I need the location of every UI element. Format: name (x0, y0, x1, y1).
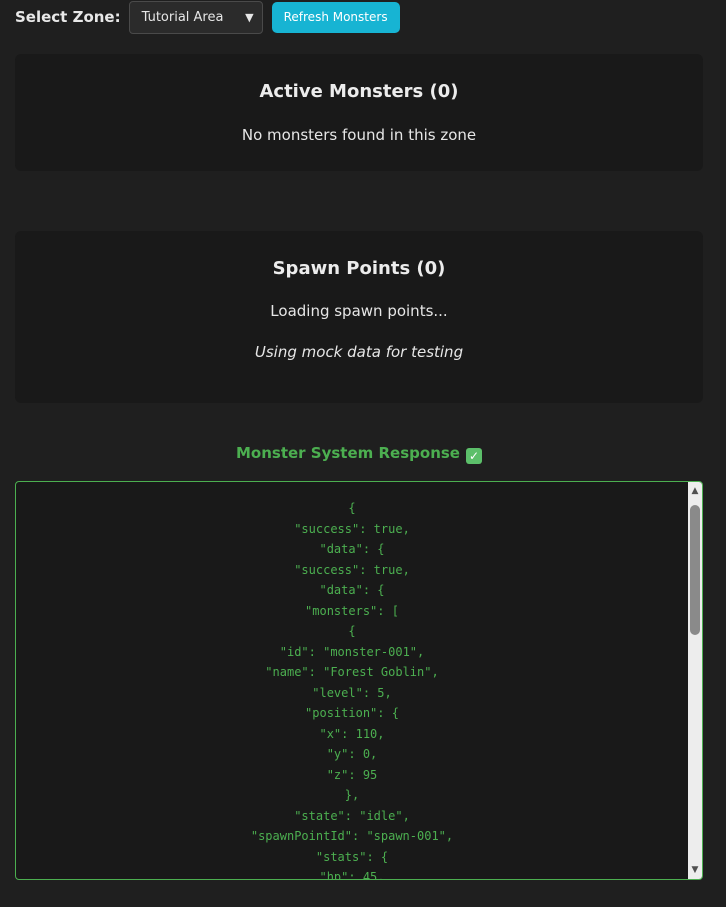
json-line: "x": 110, (319, 726, 385, 741)
response-scrollbar[interactable]: ▲ ▼ (688, 482, 702, 879)
json-line: "stats": { (315, 849, 389, 864)
response-json: { "success": true, "data": { "success": tru… (16, 498, 688, 880)
json-line: "y": 0, (326, 747, 378, 761)
active-monsters-panel: Active Monsters (0) No monsters found in… (15, 54, 703, 171)
zone-label: Select Zone: (15, 8, 121, 26)
json-line: "hp": 45, (319, 870, 385, 880)
spawn-points-title: Spawn Points (0) (272, 258, 446, 279)
check-mark-icon: ✓ (465, 448, 482, 464)
response-title: Monster System Response ✓ (15, 444, 703, 464)
spawn-points-panel: Spawn Points (0) Loading spawn points...… (15, 231, 703, 403)
zone-select-value: Tutorial Area (141, 9, 224, 25)
json-line: "name": "Forest Goblin", (265, 665, 439, 679)
json-line: "monsters": [ (305, 603, 399, 618)
json-line: "state": "idle", (294, 808, 410, 823)
scroll-down-arrow-icon[interactable]: ▼ (688, 862, 702, 878)
json-line: "id": "monster-001", (279, 644, 425, 659)
scroll-up-arrow-icon[interactable]: ▲ (688, 483, 702, 499)
active-monsters-title: Active Monsters (0) (259, 81, 459, 102)
active-monsters-empty-text: No monsters found in this zone (241, 126, 477, 144)
json-line: "z": 95 (326, 767, 378, 782)
scrollbar-thumb[interactable] (690, 505, 700, 635)
json-line: "data": { (319, 542, 385, 556)
json-line: "data": { (319, 583, 385, 597)
json-line: }, (344, 788, 360, 802)
spawn-points-loading-text: Loading spawn points... (270, 302, 448, 320)
response-title-text: Monster System Response (236, 444, 460, 462)
chevron-down-icon: ▼ (245, 10, 254, 24)
json-line: "success": true, (294, 562, 410, 577)
response-box[interactable]: { "success": true, "data": { "success": tru… (15, 481, 703, 880)
refresh-monsters-button[interactable]: Refresh Monsters (271, 1, 400, 33)
json-line: "level": 5, (312, 685, 392, 700)
json-line: { (348, 501, 356, 515)
zone-toolbar: Select Zone: Tutorial Area ▼ Refresh Mon… (15, 0, 400, 34)
json-line: { (348, 624, 356, 638)
json-line: "success": true, (294, 521, 410, 536)
json-line: "spawnPointId": "spawn-001", (250, 829, 454, 843)
zone-select[interactable]: Tutorial Area ▼ (128, 0, 263, 34)
json-line: "position": { (305, 706, 399, 720)
mock-data-note: Using mock data for testing (254, 343, 464, 361)
